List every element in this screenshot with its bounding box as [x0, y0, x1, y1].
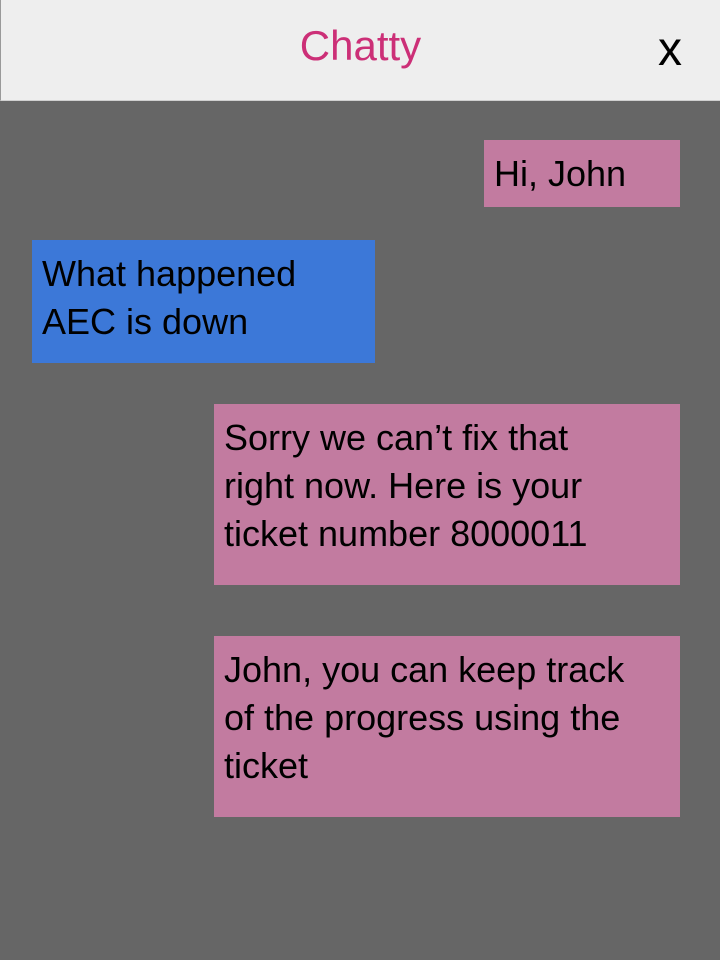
message-bubble-outgoing: John, you can keep track of the progress…: [214, 636, 680, 817]
app-title: Chatty: [299, 22, 422, 69]
message-bubble-outgoing: Sorry we can’t fix that right now. Here …: [214, 404, 680, 585]
close-button[interactable]: x: [650, 24, 690, 76]
message-bubble-incoming: What happened AEC is down: [32, 240, 375, 363]
chat-window: Chatty x Hi, John What happened AEC is d…: [0, 0, 720, 960]
message-bubble-outgoing: Hi, John: [484, 140, 680, 207]
chat-header: Chatty x: [0, 0, 720, 101]
